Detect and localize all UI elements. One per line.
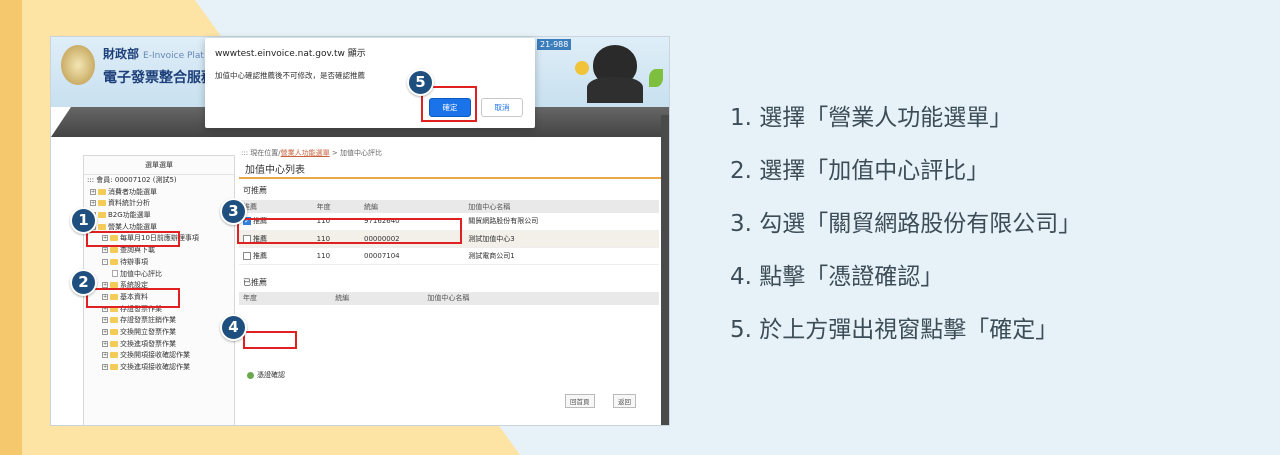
- column-header: 統編: [331, 291, 424, 305]
- instruction-step-1: 1. 選擇「營業人功能選單」: [730, 105, 1013, 131]
- name-cell: 測試電商公司1: [464, 247, 659, 265]
- sidebar-item-exchange-input[interactable]: + 交換進項發票作業: [84, 339, 234, 351]
- sidebar-item-todo[interactable]: - 待辦事項: [84, 257, 234, 269]
- cancel-button[interactable]: 取消: [481, 98, 523, 117]
- main-content: ::: 現在位置/營業人功能選單 > 加值中心評比 加值中心列表 可推薦 推薦 …: [239, 145, 661, 425]
- folder-icon: [98, 188, 106, 195]
- ministry-logo-icon: [61, 45, 95, 85]
- column-header: 年度: [239, 291, 332, 305]
- folder-icon: [110, 247, 118, 254]
- page-title: 加值中心列表: [239, 157, 661, 179]
- ministry-name: 財政部: [103, 47, 140, 61]
- highlight-selected-row: [237, 218, 462, 244]
- certificate-confirm-button[interactable]: 憑證確認: [247, 370, 285, 380]
- hotline-number: 21-988: [537, 39, 572, 50]
- expand-icon: +: [102, 340, 108, 347]
- table-row: 推薦 110 00007104 測試電商公司1: [239, 247, 659, 265]
- folder-icon: [110, 340, 118, 347]
- folder-icon: [110, 317, 118, 324]
- collapse-icon: -: [102, 258, 108, 265]
- expand-icon: +: [102, 364, 108, 370]
- instruction-list: 1. 選擇「營業人功能選單」 2. 選擇「加值中心評比」 3. 勾選「關貿網路股…: [730, 92, 1250, 357]
- step-badge-1: 1: [70, 207, 97, 234]
- instruction-step-2: 2. 選擇「加值中心評比」: [730, 158, 990, 184]
- sidebar-item-stored-cancel[interactable]: + 存證發票註銷作業: [84, 315, 234, 327]
- instruction-step-3: 3. 勾選「關貿網路股份有限公司」: [730, 211, 1082, 237]
- sidebar-header: 選單選單: [84, 156, 234, 175]
- checkbox-icon: [243, 251, 251, 260]
- platform-name: 電子發票整合服務: [103, 70, 215, 86]
- ministry-subtitle: E-Invoice Plat: [143, 51, 204, 61]
- mascot-bear-icon: [571, 41, 667, 103]
- folder-open-icon: [98, 223, 106, 230]
- instruction-step-5: 5. 於上方彈出視窗點擊「確定」: [730, 317, 1059, 343]
- dialog-message: 加值中心確認推薦後不可修改，是否確認推薦: [215, 71, 365, 80]
- sidebar-item-exchange-issue-confirm[interactable]: + 交換開項接收確認作業: [84, 350, 234, 362]
- expand-icon: +: [102, 247, 108, 254]
- table-header-row: 年度 統編 加值中心名稱: [239, 291, 659, 305]
- home-button[interactable]: 回首頁: [565, 394, 595, 408]
- expand-icon: +: [90, 200, 96, 207]
- sidebar-item-exchange-input-confirm[interactable]: + 交換進項接收確認作業: [84, 362, 234, 374]
- recommend-checkbox-cell[interactable]: 推薦: [239, 247, 313, 265]
- recommended-table: 年度 統編 加值中心名稱: [239, 291, 659, 305]
- dialog-title: wwwtest.einvoice.nat.gov.tw 顯示: [215, 49, 366, 59]
- expand-icon: +: [90, 188, 96, 195]
- expand-icon: +: [102, 352, 108, 359]
- column-header: 加值中心名稱: [464, 200, 659, 213]
- back-button[interactable]: 返回: [613, 394, 636, 408]
- menu-tree: ::: 會員: 00007102 (測試5) + 消費者功能選單 + 資料統計分析 …: [84, 175, 234, 374]
- column-header: 推薦: [239, 200, 313, 213]
- step-badge-3: 3: [220, 198, 247, 225]
- id-cell: 00007104: [360, 247, 465, 265]
- name-cell: 測試加值中心3: [464, 230, 659, 248]
- menu-root-member: ::: 會員: 00007102 (測試5): [87, 176, 177, 184]
- highlight-vac-rating: [86, 288, 180, 308]
- step-badge-2: 2: [70, 269, 97, 296]
- folder-icon: [98, 212, 106, 219]
- column-header: 年度: [312, 200, 360, 213]
- folder-icon: [110, 352, 118, 359]
- step-badge-5: 5: [407, 69, 434, 96]
- folder-icon: [110, 364, 118, 370]
- column-header: 加值中心名稱: [423, 291, 659, 305]
- folder-icon: [110, 328, 118, 335]
- name-cell: 關貿網路股份有限公司: [464, 213, 659, 231]
- page-icon: [112, 270, 118, 277]
- folder-icon: [110, 258, 118, 265]
- breadcrumb: ::: 現在位置/營業人功能選單 > 加值中心評比: [241, 149, 382, 157]
- breadcrumb-link[interactable]: 營業人功能選單: [281, 149, 330, 157]
- expand-icon: +: [102, 328, 108, 335]
- highlight-confirm-link: [243, 331, 297, 349]
- highlight-business-menu: [86, 231, 180, 247]
- step-badge-4: 4: [220, 314, 247, 341]
- frame-right-bar: [661, 115, 669, 425]
- sidebar-item-consumer[interactable]: + 消費者功能選單: [84, 187, 234, 199]
- sidebar-item-vac-rating[interactable]: 加值中心評比: [84, 269, 234, 281]
- expand-icon: +: [102, 317, 108, 324]
- instruction-step-4: 4. 點擊「憑證確認」: [730, 264, 944, 290]
- column-header: 統編: [360, 200, 465, 213]
- confirm-dialog: wwwtest.einvoice.nat.gov.tw 顯示 加值中心確認推薦後…: [205, 38, 535, 128]
- recommended-section-label: 已推薦: [243, 277, 267, 287]
- confirm-icon: [247, 371, 254, 379]
- sidebar-item-statistics[interactable]: + 資料統計分析: [84, 198, 234, 210]
- sidebar-item-exchange-issue[interactable]: + 交換開立發票作業: [84, 327, 234, 339]
- sidebar-item-b2g[interactable]: +B2G功能選單: [84, 210, 234, 222]
- folder-icon: [98, 200, 106, 207]
- table-header-row: 推薦 年度 統編 加值中心名稱: [239, 200, 659, 213]
- year-cell: 110: [312, 247, 360, 265]
- available-section-label: 可推薦: [243, 186, 267, 195]
- background-left-strip: [0, 0, 22, 455]
